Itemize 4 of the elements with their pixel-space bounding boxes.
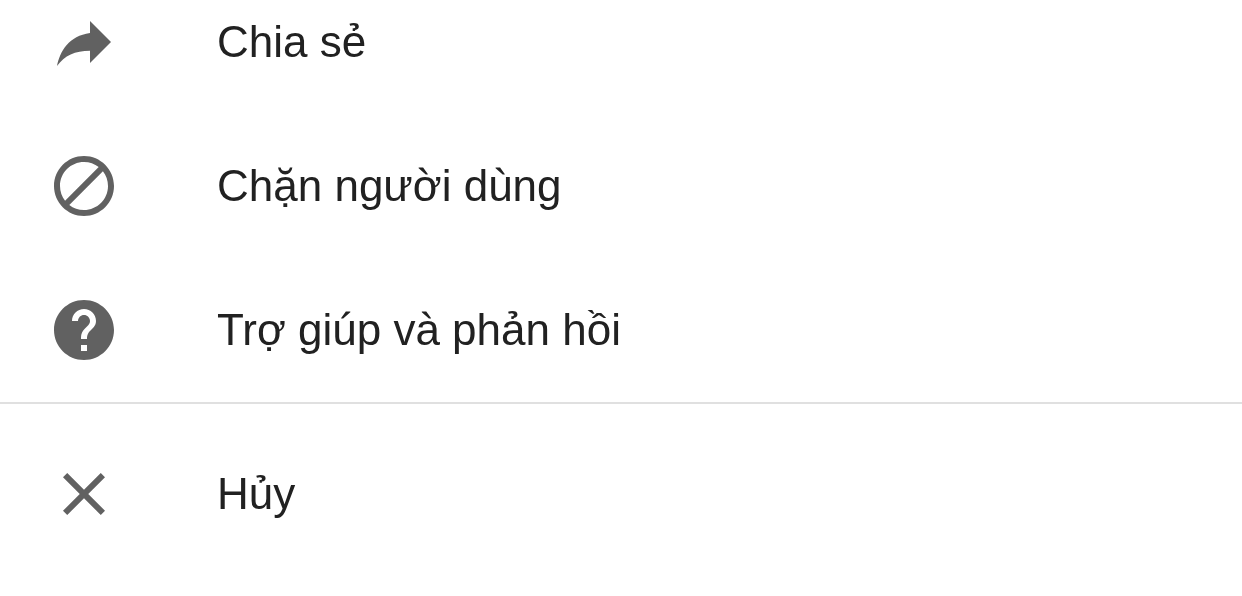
menu-item[interactable]: Trợ giúp và phản hồi	[0, 258, 1242, 402]
menu-item[interactable]: Chặn người dùng	[0, 114, 1242, 258]
menu-item[interactable]: Chia sẻ	[0, 0, 1242, 114]
menu-item[interactable]: Hủy	[0, 422, 1242, 566]
